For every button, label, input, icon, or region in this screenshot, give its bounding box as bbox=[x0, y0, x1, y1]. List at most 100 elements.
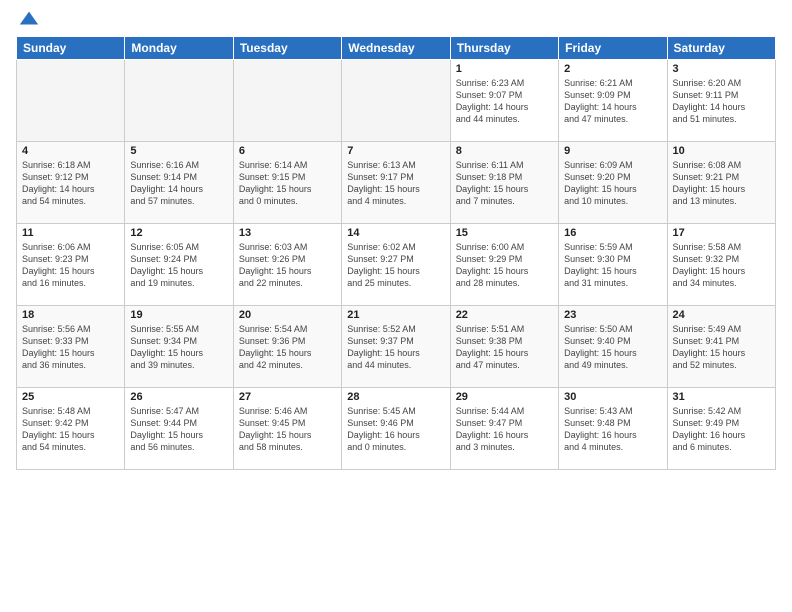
calendar-day-cell: 15 Sunrise: 6:00 AMSunset: 9:29 PMDayligh… bbox=[450, 224, 558, 306]
day-info: Sunrise: 6:03 AMSunset: 9:26 PMDaylight:… bbox=[239, 241, 336, 290]
day-info: Sunrise: 6:13 AMSunset: 9:17 PMDaylight:… bbox=[347, 159, 444, 208]
calendar-day-cell bbox=[342, 60, 450, 142]
day-number: 12 bbox=[130, 227, 227, 239]
day-info: Sunrise: 6:00 AMSunset: 9:29 PMDaylight:… bbox=[456, 241, 553, 290]
calendar-header-row: SundayMondayTuesdayWednesdayThursdayFrid… bbox=[17, 37, 776, 60]
calendar-day-cell: 26Sunrise: 5:47 AMSunset: 9:44 PMDayligh… bbox=[125, 388, 233, 470]
day-number: 16 bbox=[564, 227, 661, 239]
day-info: Sunrise: 6:11 AMSunset: 9:18 PMDaylight:… bbox=[456, 159, 553, 208]
calendar-day-cell: 30 Sunrise: 5:43 AMSunset: 9:48 PMDayligh… bbox=[559, 388, 667, 470]
day-info: Sunrise: 5:48 AMSunset: 9:42 PMDaylight:… bbox=[22, 405, 119, 454]
day-number: 5 bbox=[130, 145, 227, 157]
day-number: 15 bbox=[456, 227, 553, 239]
day-number: 22 bbox=[456, 309, 553, 321]
calendar-day-cell: 10 Sunrise: 6:08 AMSunset: 9:21 PMDayligh… bbox=[667, 142, 775, 224]
day-number: 6 bbox=[239, 145, 336, 157]
day-info: Sunrise: 5:52 AMSunset: 9:37 PMDaylight:… bbox=[347, 323, 444, 372]
calendar-day-cell: 9Sunrise: 6:09 AMSunset: 9:20 PMDaylight… bbox=[559, 142, 667, 224]
calendar-day-cell: 25 Sunrise: 5:48 AMSunset: 9:42 PMDayligh… bbox=[17, 388, 125, 470]
day-info: Sunrise: 6:20 AMSunset: 9:11 PMDaylight:… bbox=[673, 77, 770, 126]
calendar-week-row: 25 Sunrise: 5:48 AMSunset: 9:42 PMDayligh… bbox=[17, 388, 776, 470]
weekday-header: Saturday bbox=[667, 37, 775, 60]
calendar-day-cell: 12 Sunrise: 6:05 AMSunset: 9:24 PMDayligh… bbox=[125, 224, 233, 306]
day-info: Sunrise: 5:43 AMSunset: 9:48 PMDaylight:… bbox=[564, 405, 661, 454]
day-number: 3 bbox=[673, 63, 770, 75]
day-number: 17 bbox=[673, 227, 770, 239]
day-info: Sunrise: 6:06 AMSunset: 9:23 PMDaylight:… bbox=[22, 241, 119, 290]
calendar-day-cell bbox=[233, 60, 341, 142]
day-info: Sunrise: 5:55 AMSunset: 9:34 PMDaylight:… bbox=[130, 323, 227, 372]
logo bbox=[16, 12, 40, 28]
day-number: 27 bbox=[239, 391, 336, 403]
calendar-week-row: 4 Sunrise: 6:18 AMSunset: 9:12 PMDaylight… bbox=[17, 142, 776, 224]
day-info: Sunrise: 6:16 AMSunset: 9:14 PMDaylight:… bbox=[130, 159, 227, 208]
day-number: 24 bbox=[673, 309, 770, 321]
weekday-header: Tuesday bbox=[233, 37, 341, 60]
weekday-header: Friday bbox=[559, 37, 667, 60]
day-number: 14 bbox=[347, 227, 444, 239]
calendar-day-cell: 11Sunrise: 6:06 AMSunset: 9:23 PMDayligh… bbox=[17, 224, 125, 306]
day-number: 4 bbox=[22, 145, 119, 157]
header bbox=[16, 12, 776, 28]
calendar-day-cell: 2Sunrise: 6:21 AMSunset: 9:09 PMDaylight… bbox=[559, 60, 667, 142]
day-info: Sunrise: 5:59 AMSunset: 9:30 PMDaylight:… bbox=[564, 241, 661, 290]
calendar-week-row: 1 Sunrise: 6:23 AMSunset: 9:07 PMDaylight… bbox=[17, 60, 776, 142]
day-number: 28 bbox=[347, 391, 444, 403]
day-info: Sunrise: 6:08 AMSunset: 9:21 PMDaylight:… bbox=[673, 159, 770, 208]
weekday-header: Thursday bbox=[450, 37, 558, 60]
calendar-day-cell: 24Sunrise: 5:49 AMSunset: 9:41 PMDayligh… bbox=[667, 306, 775, 388]
logo-icon bbox=[18, 8, 40, 30]
day-info: Sunrise: 5:54 AMSunset: 9:36 PMDaylight:… bbox=[239, 323, 336, 372]
day-info: Sunrise: 6:23 AMSunset: 9:07 PMDaylight:… bbox=[456, 77, 553, 126]
calendar-day-cell: 23 Sunrise: 5:50 AMSunset: 9:40 PMDayligh… bbox=[559, 306, 667, 388]
day-info: Sunrise: 5:47 AMSunset: 9:44 PMDaylight:… bbox=[130, 405, 227, 454]
calendar-day-cell: 8 Sunrise: 6:11 AMSunset: 9:18 PMDaylight… bbox=[450, 142, 558, 224]
calendar-day-cell: 1 Sunrise: 6:23 AMSunset: 9:07 PMDaylight… bbox=[450, 60, 558, 142]
calendar-day-cell: 28Sunrise: 5:45 AMSunset: 9:46 PMDayligh… bbox=[342, 388, 450, 470]
calendar-day-cell: 14Sunrise: 6:02 AMSunset: 9:27 PMDayligh… bbox=[342, 224, 450, 306]
day-info: Sunrise: 6:21 AMSunset: 9:09 PMDaylight:… bbox=[564, 77, 661, 126]
weekday-header: Wednesday bbox=[342, 37, 450, 60]
calendar-day-cell: 7 Sunrise: 6:13 AMSunset: 9:17 PMDaylight… bbox=[342, 142, 450, 224]
calendar-day-cell: 27 Sunrise: 5:46 AMSunset: 9:45 PMDayligh… bbox=[233, 388, 341, 470]
calendar-week-row: 18Sunrise: 5:56 AMSunset: 9:33 PMDayligh… bbox=[17, 306, 776, 388]
day-info: Sunrise: 5:42 AMSunset: 9:49 PMDaylight:… bbox=[673, 405, 770, 454]
day-number: 23 bbox=[564, 309, 661, 321]
day-number: 21 bbox=[347, 309, 444, 321]
day-info: Sunrise: 5:50 AMSunset: 9:40 PMDaylight:… bbox=[564, 323, 661, 372]
calendar-day-cell: 5 Sunrise: 6:16 AMSunset: 9:14 PMDaylight… bbox=[125, 142, 233, 224]
day-info: Sunrise: 5:56 AMSunset: 9:33 PMDaylight:… bbox=[22, 323, 119, 372]
day-number: 8 bbox=[456, 145, 553, 157]
day-info: Sunrise: 6:09 AMSunset: 9:20 PMDaylight:… bbox=[564, 159, 661, 208]
day-number: 29 bbox=[456, 391, 553, 403]
day-number: 10 bbox=[673, 145, 770, 157]
calendar-day-cell: 29 Sunrise: 5:44 AMSunset: 9:47 PMDayligh… bbox=[450, 388, 558, 470]
calendar-day-cell bbox=[17, 60, 125, 142]
day-info: Sunrise: 6:05 AMSunset: 9:24 PMDaylight:… bbox=[130, 241, 227, 290]
day-number: 20 bbox=[239, 309, 336, 321]
day-number: 1 bbox=[456, 63, 553, 75]
calendar-day-cell: 22Sunrise: 5:51 AMSunset: 9:38 PMDayligh… bbox=[450, 306, 558, 388]
calendar-table: SundayMondayTuesdayWednesdayThursdayFrid… bbox=[16, 36, 776, 470]
calendar-day-cell: 6Sunrise: 6:14 AMSunset: 9:15 PMDaylight… bbox=[233, 142, 341, 224]
calendar-day-cell: 16 Sunrise: 5:59 AMSunset: 9:30 PMDayligh… bbox=[559, 224, 667, 306]
day-number: 13 bbox=[239, 227, 336, 239]
calendar-day-cell: 13 Sunrise: 6:03 AMSunset: 9:26 PMDayligh… bbox=[233, 224, 341, 306]
calendar-day-cell: 3 Sunrise: 6:20 AMSunset: 9:11 PMDaylight… bbox=[667, 60, 775, 142]
day-info: Sunrise: 5:46 AMSunset: 9:45 PMDaylight:… bbox=[239, 405, 336, 454]
day-info: Sunrise: 6:18 AMSunset: 9:12 PMDaylight:… bbox=[22, 159, 119, 208]
day-number: 7 bbox=[347, 145, 444, 157]
page: SundayMondayTuesdayWednesdayThursdayFrid… bbox=[0, 0, 792, 612]
day-number: 25 bbox=[22, 391, 119, 403]
calendar-day-cell: 18Sunrise: 5:56 AMSunset: 9:33 PMDayligh… bbox=[17, 306, 125, 388]
calendar-day-cell: 31 Sunrise: 5:42 AMSunset: 9:49 PMDayligh… bbox=[667, 388, 775, 470]
calendar-day-cell: 4 Sunrise: 6:18 AMSunset: 9:12 PMDaylight… bbox=[17, 142, 125, 224]
weekday-header: Sunday bbox=[17, 37, 125, 60]
calendar-week-row: 11Sunrise: 6:06 AMSunset: 9:23 PMDayligh… bbox=[17, 224, 776, 306]
day-info: Sunrise: 5:44 AMSunset: 9:47 PMDaylight:… bbox=[456, 405, 553, 454]
day-number: 30 bbox=[564, 391, 661, 403]
weekday-header: Monday bbox=[125, 37, 233, 60]
day-number: 31 bbox=[673, 391, 770, 403]
day-info: Sunrise: 5:58 AMSunset: 9:32 PMDaylight:… bbox=[673, 241, 770, 290]
day-number: 19 bbox=[130, 309, 227, 321]
